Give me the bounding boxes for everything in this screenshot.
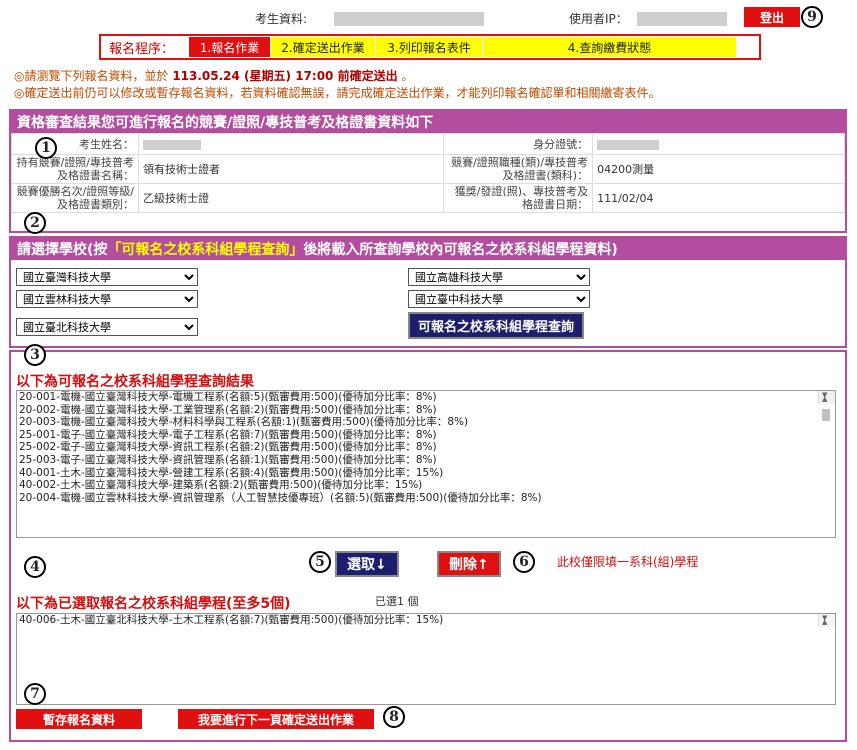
list-item[interactable]: 25-001-電子-國立臺灣科技大學-電子工程系(名額:7)(甄審費用:500)… [17,429,835,442]
step-1-registration[interactable]: 1.報名作業 [188,37,271,57]
scroll-thumb[interactable] [822,409,830,421]
selected-heading: 以下為已選取報名之校系科組學程(至多5個) [16,596,291,612]
marker-5: 5 [309,551,331,573]
name-value [137,133,445,155]
scroll-down-icon[interactable]: ▼ [822,614,827,625]
name-label: 考生姓名： [11,133,139,155]
cert-type-label: 競賽/證照職種(類)/專技普考及格證書(類科)： [443,154,594,184]
list-scrollbar[interactable]: ▲ ▼ [818,391,835,421]
available-programs-list[interactable]: 20-001-電機-國立臺灣科技大學-電機工程系(名額:5)(甄審費用:500)… [16,390,836,538]
limit-note: 此校僅限填一系科(組)學程 [557,555,699,569]
save-draft-button[interactable]: 暫存報名資料 [16,709,142,729]
list-item[interactable]: 20-003-電機-國立臺灣科技大學-材料科學與工程系(名額:1)(甄審費用:5… [17,416,835,429]
marker-6: 6 [513,551,535,573]
query-programs-button[interactable]: 可報名之校系科組學程查詢 [408,312,585,339]
school-select-5[interactable]: 國立臺北科技大學 [16,318,198,336]
marker-1: 1 [35,137,57,159]
school-select-title: 請選擇學校(按 「可報名之校系科組學程查詢」 後將載入所查詢學校內可報名之校系科… [11,238,845,260]
selected-count: 已選1 個 [375,595,419,608]
scroll-down-icon[interactable]: ▼ [822,391,827,402]
examinee-info: 考生資料: [255,8,485,27]
notice-punct: 。 [401,69,414,83]
ip-info: 使用者IP： [569,8,727,27]
marker-9: 9 [801,6,823,28]
deadline-text: 113.05.24 (星期五) 17:00 前確定送出 [172,69,398,83]
ip-label: 使用者IP： [569,12,628,26]
list-item[interactable]: 25-002-電子-國立臺灣科技大學-資訊工程系(名額:2)(甄審費用:500)… [17,441,835,454]
examinee-redacted [334,11,485,26]
registration-steps: 報名程序： 1.報名作業 2.確定送出作業 3.列印報名表件 4.查詢繳費狀態 [99,34,761,60]
step-2-confirm-submit[interactable]: 2.確定送出作業 [270,37,376,57]
marker-3: 3 [24,344,46,366]
id-label: 身分證號： [443,133,594,155]
step-3-print-forms[interactable]: 3.列印報名表件 [375,37,483,57]
qualification-table: 考生姓名： 身分證號： 持有競賽/證照/專技普考及格證書名稱： 領有技術士證者 … [11,133,845,213]
school-select-3[interactable]: 國立雲林科技大學 [16,290,198,308]
date-label: 獲獎/發證(照)、專技普考及格證書日期： [443,183,594,213]
list-item[interactable]: 40-001-土木-國立臺灣科技大學-營建工程系(名額:4)(甄審費用:500)… [17,467,835,480]
list-item[interactable]: 20-002-電機-國立臺灣科技大學-工業管理系(名額:2)(甄審費用:500)… [17,404,835,417]
selected-list-scrollbar[interactable]: ▲ ▼ [818,614,835,627]
selected-programs-list[interactable]: 40-006-土木-國立臺北科技大學-土木工程系(名額:7)(甄審費用:500)… [16,613,836,705]
list-item[interactable]: 40-002-土木-國立臺灣科技大學-建築系(名額:2)(甄審費用:500)(優… [17,479,835,492]
school-select-2[interactable]: 國立高雄科技大學 [408,268,590,286]
next-step-button[interactable]: 我要進行下一頁確定送出作業 [178,709,374,729]
list-item[interactable]: 20-004-電機-國立雲林科技大學-資訊管理系（人工智慧技優專班）(名額:5)… [17,492,835,505]
qualification-section: 資格審查結果您可進行報名的競賽/證照/專技普考及格證書資料如下 考生姓名： 身分… [9,109,847,233]
list-item[interactable]: 20-001-電機-國立臺灣科技大學-電機工程系(名額:5)(甄審費用:500)… [17,391,835,404]
date-value: 111/02/04 [592,183,845,213]
rank-value: 乙級技術士證 [137,183,445,213]
rank-label: 競賽優勝名次/證照等級/及格證書類別： [11,183,139,213]
list-item[interactable]: 40-006-土木-國立臺北科技大學-土木工程系(名額:7)(甄審費用:500)… [17,614,835,627]
notice-line-2: ◎確定送出前仍可以修改或暫存報名資料，若資料確認無誤，請完成確定送出作業，才能列… [14,86,661,100]
marker-2: 2 [24,212,46,234]
cert-name-value: 領有技術士證者 [137,154,445,184]
step-4-payment-status[interactable]: 4.查詢繳費狀態 [482,37,737,57]
school-title-pre: 請選擇學校(按 [17,242,108,258]
list-item[interactable]: 25-003-電子-國立臺灣科技大學-資訊管理系(名額:1)(甄審費用:500)… [17,454,835,467]
marker-7: 7 [24,683,46,705]
notice-text: ◎請瀏覽下列報名資料，並於 [14,69,169,83]
ip-redacted [636,11,727,26]
school-select-4[interactable]: 國立臺中科技大學 [408,290,590,308]
cert-name-label: 持有競賽/證照/專技普考及格證書名稱： [11,154,139,184]
id-value [592,133,845,155]
examinee-label: 考生資料: [255,12,308,26]
delete-button[interactable]: 刪除↑ [437,551,501,577]
school-title-highlight: 「可報名之校系科組學程查詢」 [107,242,304,258]
school-select-1[interactable]: 國立臺灣科技大學 [16,268,198,286]
steps-label: 報名程序： [109,41,175,57]
marker-8: 8 [383,706,405,728]
logout-button[interactable]: 登出 [744,7,800,27]
school-title-post: 後將載入所查詢學校內可報名之校系科組學程資料) [303,242,618,258]
qualification-title: 資格審查結果您可進行報名的競賽/證照/專技普考及格證書資料如下 [11,111,845,133]
results-heading: 以下為可報名之校系科組學程查詢結果 [16,374,254,390]
select-button[interactable]: 選取↓ [335,551,399,577]
cert-type-value: 04200測量 [592,154,845,184]
notice-line-1: ◎請瀏覽下列報名資料，並於 113.05.24 (星期五) 17:00 前確定送… [14,67,413,84]
marker-4: 4 [24,556,46,578]
